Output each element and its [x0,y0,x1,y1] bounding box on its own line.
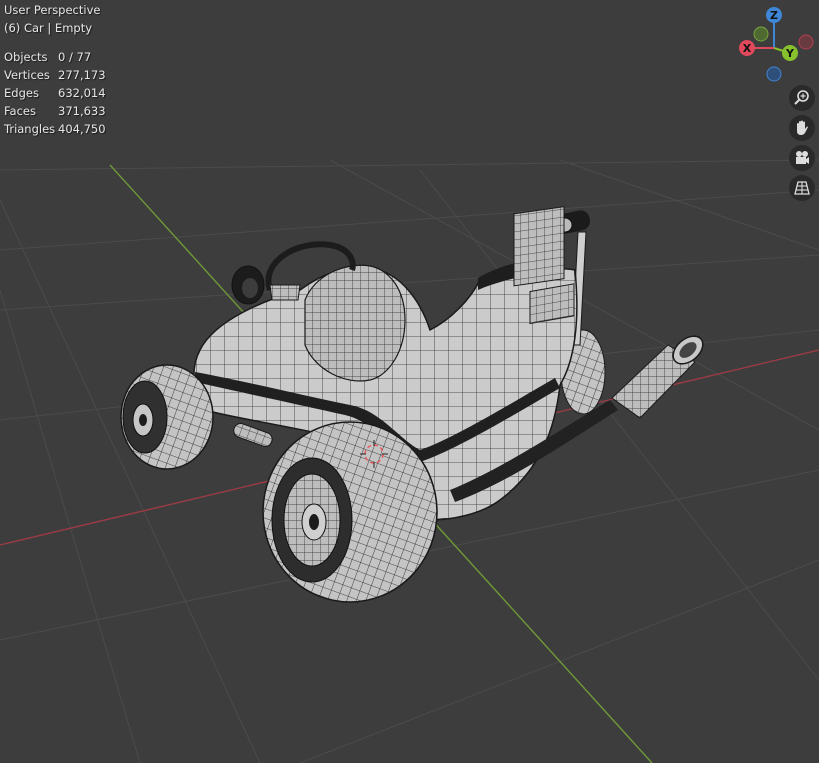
3d-viewport[interactable]: User Perspective (6) Car | Empty Objects… [0,0,819,763]
front-left-wheel[interactable] [262,421,438,603]
active-object: (6) Car | Empty [4,21,93,35]
viewport-header-text: User Perspective (6) Car | Empty [4,1,100,37]
stat-value: 371,633 [58,104,106,118]
ortho-grid-icon [794,181,810,195]
ortho-toggle-button[interactable] [789,175,815,201]
scene-canvas[interactable] [0,0,819,763]
neg-x-axis-handle[interactable] [798,34,814,50]
camera-view-button[interactable] [789,145,815,171]
stat-label: Triangles [4,122,56,136]
stat-value: 632,014 [58,86,106,100]
navigation-gizmo[interactable]: Z X Y [732,4,816,88]
stat-label: Edges [4,86,39,100]
neg-y-axis-handle[interactable] [753,26,769,42]
stat-row-vertices: Vertices 277,173 [4,66,106,84]
number-plate[interactable] [513,206,565,287]
neg-z-axis-handle[interactable] [766,66,782,82]
z-axis-handle[interactable]: Z [766,7,782,23]
cockpit-seat[interactable] [304,264,406,382]
side-pipe[interactable] [232,422,274,449]
stat-label: Faces [4,104,36,118]
stat-label: Objects [4,50,48,64]
exhaust-pipe[interactable] [611,331,708,419]
zoom-icon [794,90,809,105]
view-name: User Perspective [4,3,101,17]
x-axis-handle[interactable]: X [739,40,755,56]
stat-row-faces: Faces 371,633 [4,102,106,120]
stat-row-triangles: Triangles 404,750 [4,120,106,138]
stat-label: Vertices [4,68,50,82]
stat-value: 277,173 [58,68,106,82]
stat-row-objects: Objects 0 / 77 [4,48,106,66]
kart-model[interactable] [120,206,708,603]
stat-value: 404,750 [58,122,106,136]
z-axis-label: Z [770,9,778,22]
y-axis-handle[interactable]: Y [782,45,798,61]
x-axis-label: X [743,42,752,55]
hand-pan-icon [797,120,808,135]
stat-value: 0 / 77 [58,50,92,64]
y-axis-label: Y [785,47,795,60]
camera-icon [796,151,809,164]
zoom-button[interactable] [789,85,815,111]
scene-statistics: Objects 0 / 77 Vertices 277,173 Edges 63… [4,48,106,138]
rear-left-wheel[interactable] [120,364,214,470]
pan-button[interactable] [789,115,815,141]
stat-row-edges: Edges 632,014 [4,84,106,102]
